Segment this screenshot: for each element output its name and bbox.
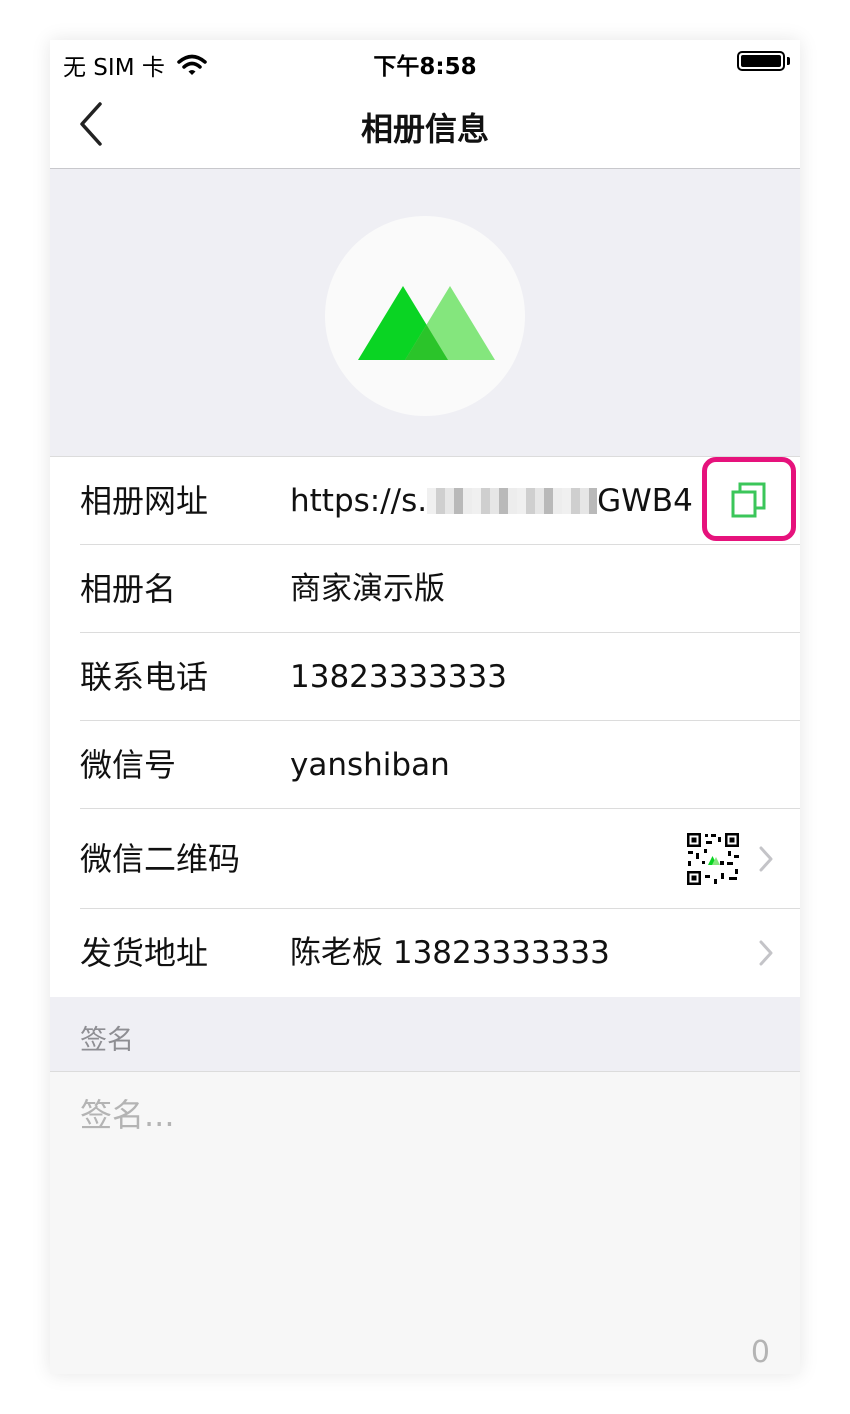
album-name-value: 商家演示版 [290,571,445,607]
mountains-logo-icon [358,286,495,360]
page-title: 相册信息 [360,110,489,148]
status-time: 下午8:58 [373,54,477,80]
signature-area: 0 [50,1072,800,1374]
row-wechat-id: 微信号 yanshiban [50,721,800,809]
album-url-value[interactable]: https://s. GWB4 [290,457,693,545]
phone-screen: 无 SIM 卡 下午8:58 相册信息 相册网址 https://s. GWB4… [50,40,800,1374]
row-album-name: 相册名 商家演示版 [50,545,800,633]
chevron-right-icon [759,940,773,966]
profile-header [50,169,800,456]
qr-code-icon [685,831,741,887]
info-list: 相册网址 https://s. GWB4 相册名 商家演示版 联系电话 13823… [50,456,800,998]
row-shipping-address[interactable]: 发货地址 陈老板 13823333333 [50,909,800,997]
row-label-wechat-id: 微信号 [80,746,177,784]
row-label-album-url: 相册网址 [80,482,209,520]
battery-icon [737,51,785,71]
album-avatar[interactable] [325,216,525,416]
signature-section-header: 签名 [50,997,800,1072]
chevron-right-icon [759,846,773,872]
status-bar: 无 SIM 卡 下午8:58 [50,40,800,84]
row-label-album-name: 相册名 [80,570,177,608]
nav-bar: 相册信息 [50,84,800,169]
battery-tip [787,57,790,65]
row-label-shipping-address: 发货地址 [80,934,209,972]
wechat-id-value: yanshiban [290,747,450,783]
signature-input[interactable] [80,1090,770,1320]
signature-char-count: 0 [750,1335,770,1370]
row-label-phone: 联系电话 [80,658,209,696]
copy-url-button[interactable] [702,457,796,541]
url-redacted [427,488,598,514]
copy-icon [731,482,766,518]
row-wechat-qr[interactable]: 微信二维码 [50,809,800,909]
row-album-url: 相册网址 https://s. GWB4 [50,457,800,545]
row-label-wechat-qr: 微信二维码 [80,840,241,878]
phone-value: 13823333333 [290,659,507,695]
shipping-address-value: 陈老板 13823333333 [290,935,610,971]
row-phone: 联系电话 13823333333 [50,633,800,721]
